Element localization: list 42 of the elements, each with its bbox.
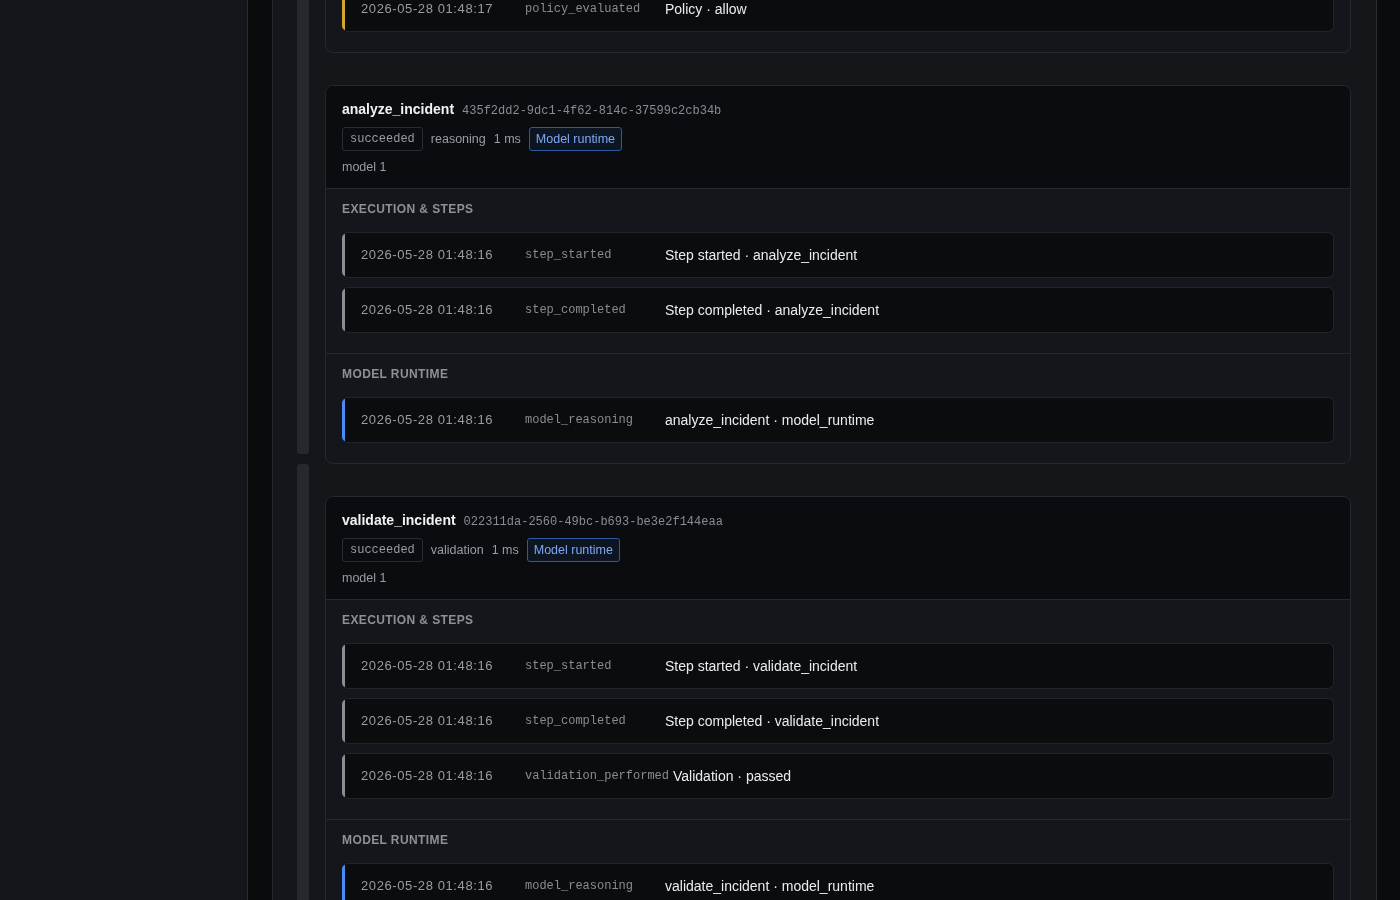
runtime-tag: Model runtime	[526, 538, 620, 562]
step-name: validate_incident	[342, 511, 456, 530]
event-message: Step started · analyze_incident	[665, 246, 858, 264]
event-time: 2026-05-28 01:48:16	[361, 768, 495, 784]
event-type: step_completed	[525, 713, 627, 729]
event-message: Step started · validate_incident	[665, 657, 858, 675]
event-message: Validation · passed	[673, 767, 792, 785]
step-kind: validation	[430, 542, 484, 559]
event-time: 2026-05-28 01:48:16	[361, 412, 495, 428]
event-type: model_reasoning	[525, 412, 635, 428]
event-message: Policy · allow	[665, 0, 747, 18]
event-message: validate_incident · model_runtime	[665, 877, 875, 895]
step-id: 022311da-2560-49bc-b693-be3e2f144eaa	[463, 514, 723, 531]
section-title: EXECUTION & STEPS	[342, 612, 475, 628]
event-time: 2026-05-28 01:48:16	[361, 878, 495, 894]
status-badge: succeeded	[342, 127, 423, 151]
status-badge: succeeded	[342, 538, 423, 562]
step-id: 435f2dd2-9dc1-4f62-814c-37599c2cb34b	[462, 103, 722, 120]
section-title: MODEL RUNTIME	[342, 832, 450, 848]
step-duration: 1 ms	[493, 131, 521, 148]
event-type: step_started	[525, 658, 613, 674]
event-message: analyze_incident · model_runtime	[665, 411, 875, 429]
event-time: 2026-05-28 01:48:16	[361, 302, 495, 318]
event-time: 2026-05-28 01:48:16	[361, 247, 495, 263]
event-message: Step completed · analyze_incident	[665, 301, 880, 319]
event-type: step_completed	[525, 302, 627, 318]
event-type: validation_performed	[525, 768, 671, 784]
event-message: Step completed · validate_incident	[665, 712, 880, 730]
event-type: model_reasoning	[525, 878, 635, 894]
event-time: 2026-05-28 01:48:17	[361, 1, 495, 17]
event-type: step_started	[525, 247, 613, 263]
event-time: 2026-05-28 01:48:16	[361, 658, 495, 674]
event-time: 2026-05-28 01:48:16	[361, 713, 495, 729]
step-duration: 1 ms	[491, 542, 519, 559]
section-title: MODEL RUNTIME	[342, 366, 450, 382]
model-label: model 1	[342, 159, 387, 176]
model-label: model 1	[342, 570, 387, 587]
runtime-tag: Model runtime	[528, 127, 622, 151]
step-kind: reasoning	[430, 131, 486, 148]
step-name: analyze_incident	[342, 100, 455, 119]
section-title: EXECUTION & STEPS	[342, 201, 475, 217]
event-type: policy_evaluated	[525, 1, 642, 17]
